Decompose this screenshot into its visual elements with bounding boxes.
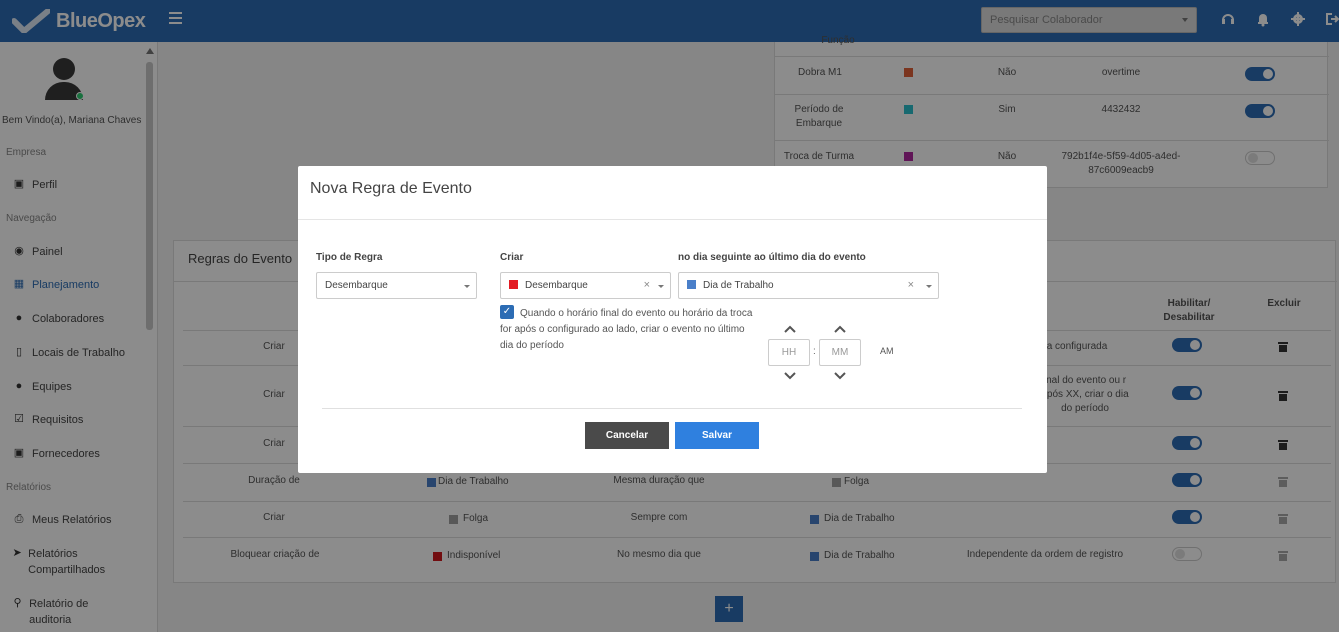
save-button[interactable]: Salvar (675, 422, 759, 449)
clear-icon[interactable]: × (644, 273, 650, 298)
hour-input[interactable]: HH (768, 339, 810, 366)
minute-up-icon[interactable] (834, 325, 846, 333)
clear-icon[interactable]: × (908, 273, 914, 298)
color-swatch (687, 280, 696, 289)
cancel-button[interactable]: Cancelar (585, 422, 669, 449)
chevron-down-icon (658, 285, 664, 288)
hour-down-icon[interactable] (784, 372, 796, 380)
color-swatch (509, 280, 518, 289)
label-create: Criar (500, 252, 524, 263)
time-separator: : (813, 346, 816, 357)
minute-down-icon[interactable] (834, 372, 846, 380)
chevron-down-icon (926, 285, 932, 288)
ampm-indicator[interactable]: AM (880, 346, 894, 356)
label-rule-type: Tipo de Regra (316, 252, 383, 263)
condition-event-select[interactable]: Dia de Trabalho × (678, 272, 939, 299)
rule-type-select[interactable]: Desembarque (316, 272, 477, 299)
modal-title: Nova Regra de Evento (310, 180, 472, 197)
create-event-select[interactable]: Desembarque × (500, 272, 671, 299)
hour-up-icon[interactable] (784, 325, 796, 333)
label-condition: no dia seguinte ao último dia do evento (678, 252, 866, 263)
new-rule-modal: Nova Regra de Evento Tipo de Regra Desem… (298, 166, 1047, 473)
chevron-down-icon (464, 285, 470, 288)
checkbox-label: Quando o horário final do evento ou horá… (500, 308, 753, 351)
minute-input[interactable]: MM (819, 339, 861, 366)
